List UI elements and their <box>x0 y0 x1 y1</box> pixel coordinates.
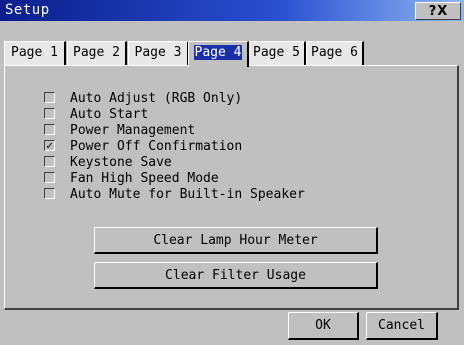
option-label: Keystone Save <box>70 155 172 170</box>
option-label: Auto Mute for Built-in Speaker <box>70 187 305 202</box>
tab-label: Page 2 <box>73 45 120 60</box>
tab-label: Page 5 <box>253 45 300 60</box>
option-label: Power Management <box>70 123 196 138</box>
checkbox[interactable] <box>44 188 55 199</box>
tab-label: Page 3 <box>134 45 182 60</box>
close-icon[interactable]: X <box>437 4 447 19</box>
checkbox[interactable] <box>44 108 55 119</box>
clear-filter-usage-button[interactable]: Clear Filter Usage <box>94 262 378 289</box>
window-title: Setup <box>5 2 50 18</box>
tab-page-5[interactable]: Page 5 <box>248 41 306 65</box>
tab-label: Page 1 <box>11 45 58 60</box>
title-buttons: ? X <box>415 2 461 20</box>
clear-lamp-hour-meter-button[interactable]: Clear Lamp Hour Meter <box>94 227 378 254</box>
tab-page-6[interactable]: Page 6 <box>306 41 364 65</box>
tab-label: Page 6 <box>311 45 358 60</box>
tab-label: Page 4 <box>193 45 243 60</box>
checkbox[interactable] <box>44 124 55 135</box>
help-icon[interactable]: ? <box>429 4 437 19</box>
ok-button[interactable]: OK <box>288 312 359 340</box>
tab-page-2[interactable]: Page 2 <box>67 41 127 65</box>
option-label: Auto Start <box>70 107 149 122</box>
option-label: Auto Adjust (RGB Only) <box>70 91 243 106</box>
checkbox[interactable] <box>44 172 55 183</box>
tab-page-3[interactable]: Page 3 <box>128 41 189 65</box>
title-bar[interactable]: Setup ? X <box>0 0 464 21</box>
tab-page-4[interactable]: Page 4 <box>188 41 249 67</box>
option-label: Fan High Speed Mode <box>70 171 219 186</box>
checkbox[interactable] <box>44 156 55 167</box>
cancel-button[interactable]: Cancel <box>366 312 438 340</box>
option-label: Power Off Confirmation <box>70 139 243 154</box>
checkbox[interactable] <box>44 92 55 103</box>
checkbox-checked[interactable]: ✓ <box>44 140 55 151</box>
tab-page-1[interactable]: Page 1 <box>4 41 66 65</box>
